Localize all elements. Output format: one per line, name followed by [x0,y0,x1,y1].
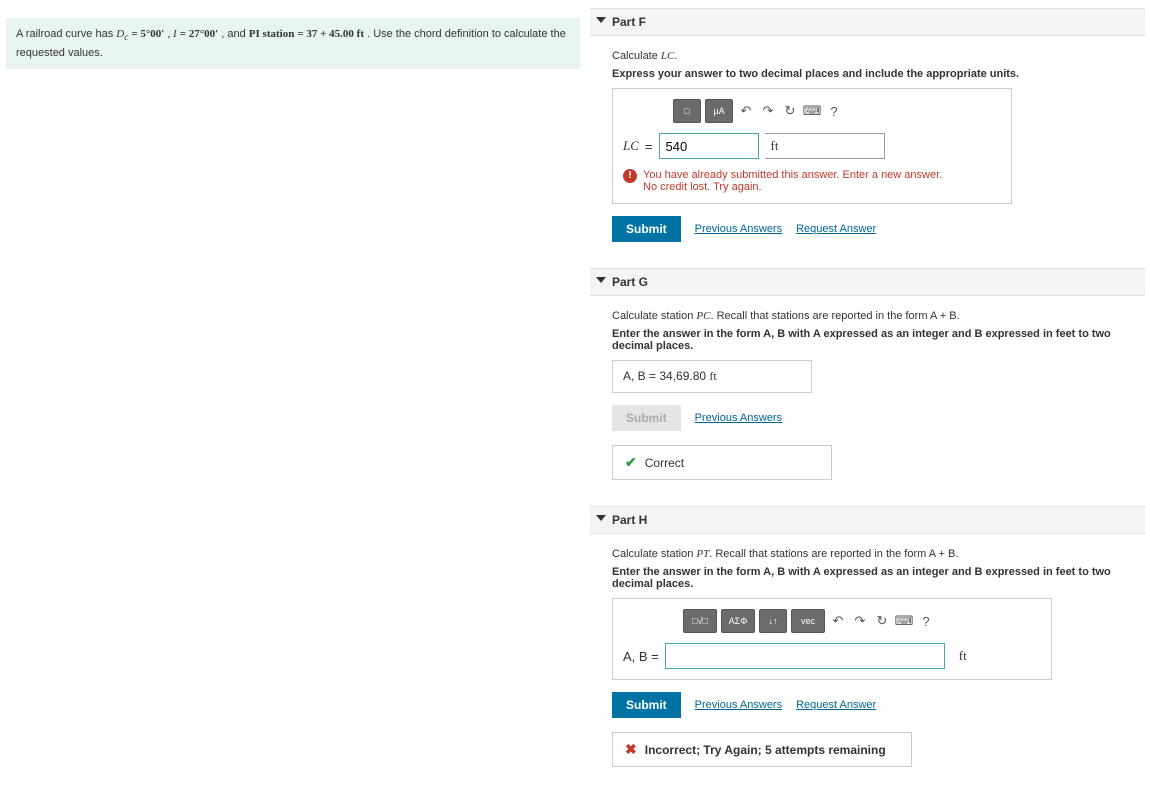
partg-ans-unit: ft [709,369,716,383]
part-g-title: Part G [612,275,648,289]
help-icon[interactable]: ? [825,102,843,120]
parth-instruction-1: Calculate station PT. Recall that statio… [612,548,1145,560]
keyboard-icon[interactable]: ⌨ [895,612,913,630]
part-f-header[interactable]: Part F [590,8,1145,36]
partg-answer-display: A, B = 34,69.80 ft [612,360,812,393]
i-label: , I [167,28,176,40]
parth-instruction-2: Enter the answer in the form A, B with A… [612,566,1145,590]
partf-warn-line2: No credit lost. Try again. [643,181,762,193]
partf-instruction-2: Express your answer to two decimal place… [612,68,1145,80]
template-icon[interactable]: □ [673,99,701,123]
problem-statement: A railroad curve has Dc = 5°00′ , I = 27… [6,18,580,69]
parth-request-answer-link[interactable]: Request Answer [796,699,876,711]
partf-variable: LC [623,138,639,154]
partf-value-input[interactable] [659,133,759,159]
partf-warn-line1: You have already submitted this answer. … [643,169,942,181]
parth-incorrect-label: Incorrect; Try Again; 5 attempts remaini… [645,743,886,757]
part-g-header[interactable]: Part G [590,268,1145,296]
parth-unit: ft [959,648,967,664]
keyboard-icon[interactable]: ⌨ [803,102,821,120]
redo-icon[interactable]: ↷ [851,612,869,630]
pi-label-conn: , and [221,28,249,40]
i-val: = 27°00′ [180,28,219,40]
part-f-title: Part F [612,15,646,29]
partg-ans-label: A, B = [623,369,659,383]
undo-icon[interactable]: ↶ [829,612,847,630]
check-icon: ✔ [625,454,637,471]
chevron-down-icon [596,277,606,283]
problem-prefix: A railroad curve has [16,28,116,40]
parth-previous-answers-link[interactable]: Previous Answers [695,699,782,711]
partg-instruction-1: Calculate station PC. Recall that statio… [612,310,1145,322]
chevron-down-icon [596,515,606,521]
partg-previous-answers-link[interactable]: Previous Answers [695,412,782,424]
parth-variable: A, B = [623,649,659,664]
partg-ans-value: 34,69.80 [659,369,706,383]
dc-sub: c [124,32,128,42]
dc-val: = 5°00′ [131,28,164,40]
help-icon[interactable]: ? [917,612,935,630]
pi-val: = 37 + 45.00 ft [297,28,364,40]
parth-value-input[interactable] [665,643,945,669]
part-h-header[interactable]: Part H [590,506,1145,534]
redo-icon[interactable]: ↷ [759,102,777,120]
partf-request-answer-link[interactable]: Request Answer [796,223,876,235]
undo-icon[interactable]: ↶ [737,102,755,120]
equals-sign: = [645,139,653,154]
partg-submit-button: Submit [612,405,681,431]
partg-instruction-2: Enter the answer in the form A, B with A… [612,328,1145,352]
partf-warning: ! You have already submitted this answer… [623,169,1001,193]
reset-icon[interactable]: ↻ [873,612,891,630]
parth-toolbar: □√□ ΑΣΦ ↓↑ vec ↶ ↷ ↻ ⌨ ? [683,609,1041,633]
vector-icon[interactable]: vec [791,609,825,633]
partf-answer-box: □ µA ↶ ↷ ↻ ⌨ ? LC = ft ! You have alread… [612,88,1012,204]
warning-icon: ! [623,169,637,183]
chevron-down-icon [596,17,606,23]
partf-previous-answers-link[interactable]: Previous Answers [695,223,782,235]
partf-instruction-1: Calculate LC. [612,50,1145,62]
partf-toolbar: □ µA ↶ ↷ ↻ ⌨ ? [673,99,1001,123]
parth-status: ✖ Incorrect; Try Again; 5 attempts remai… [612,732,912,767]
reset-icon[interactable]: ↻ [781,102,799,120]
partg-correct-label: Correct [645,456,684,470]
sqrt-template-icon[interactable]: □√□ [683,609,717,633]
units-icon[interactable]: µA [705,99,733,123]
partf-submit-button[interactable]: Submit [612,216,681,242]
cross-icon: ✖ [625,741,637,758]
parth-submit-button[interactable]: Submit [612,692,681,718]
parth-answer-box: □√□ ΑΣΦ ↓↑ vec ↶ ↷ ↻ ⌨ ? A, B = ft [612,598,1052,680]
subscript-icon[interactable]: ↓↑ [759,609,787,633]
partf-unit-input[interactable]: ft [765,133,885,159]
pi-label: PI station [249,28,295,40]
greek-icon[interactable]: ΑΣΦ [721,609,755,633]
part-h-title: Part H [612,513,647,527]
partg-status: ✔ Correct [612,445,832,480]
